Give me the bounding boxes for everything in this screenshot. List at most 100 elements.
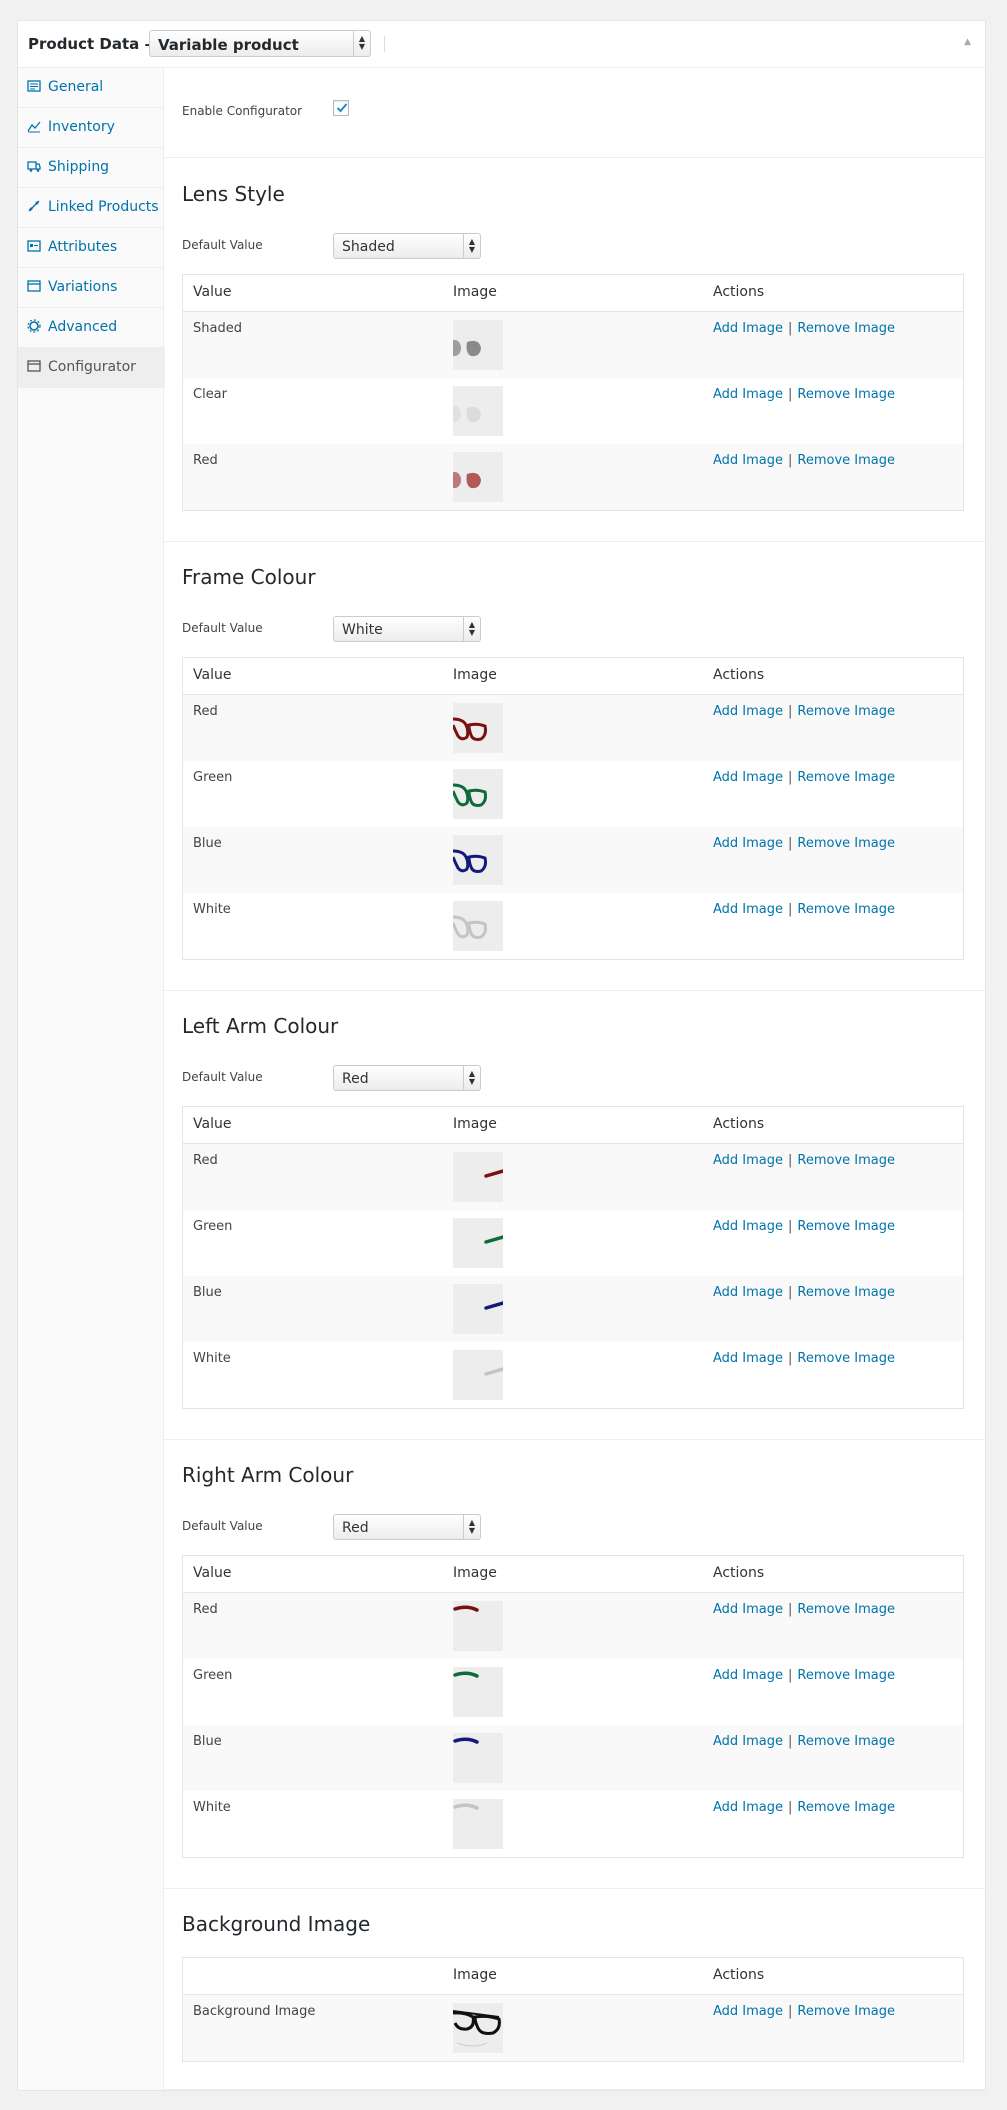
- frame-image: [453, 849, 487, 873]
- col-actions-header: Actions: [713, 1967, 765, 1983]
- remove-image-link[interactable]: Remove Image: [797, 1602, 895, 1617]
- remove-image-link[interactable]: Remove Image: [797, 902, 895, 917]
- remove-image-link[interactable]: Remove Image: [797, 1285, 895, 1300]
- frame-image: [453, 915, 487, 939]
- right-arm-image: [453, 1605, 479, 1612]
- row-image-thumbnail: [453, 1601, 503, 1651]
- table-header: Value Image Actions: [183, 658, 963, 695]
- tab-linked-products[interactable]: Linked Products: [18, 188, 164, 228]
- values-table: Value Image Actions Red Add Image | Remove…: [182, 657, 964, 960]
- left-arm-image: [484, 1301, 503, 1310]
- tab-shipping[interactable]: Shipping: [18, 148, 164, 188]
- row-actions: Add Image | Remove Image: [713, 1153, 895, 1168]
- tab-attributes[interactable]: Attributes: [18, 228, 164, 268]
- default-value-selected: Shaded: [342, 239, 395, 255]
- row-image-thumbnail: [453, 1733, 503, 1783]
- row-actions: Add Image | Remove Image: [713, 1734, 895, 1749]
- default-value-select[interactable]: Red ▲ ▼: [333, 1514, 481, 1540]
- tab-configurator-label: Configurator: [48, 359, 136, 375]
- col-actions-header: Actions: [713, 1116, 765, 1132]
- table-row: Green Add Image | Remove Image: [183, 1210, 963, 1276]
- add-image-link[interactable]: Add Image: [713, 1219, 783, 1234]
- remove-image-link[interactable]: Remove Image: [797, 1734, 895, 1749]
- table-header: Value Image Actions: [183, 1107, 963, 1144]
- values-table: Image Actions Background Image Add Image…: [182, 1957, 964, 2062]
- tab-general[interactable]: General: [18, 68, 164, 108]
- tab-linked-products-label: Linked Products: [48, 199, 159, 215]
- tab-inventory-label: Inventory: [48, 119, 115, 135]
- add-image-link[interactable]: Add Image: [713, 1153, 783, 1168]
- remove-image-link[interactable]: Remove Image: [797, 1800, 895, 1815]
- row-value: Green: [193, 770, 233, 785]
- add-image-link[interactable]: Add Image: [713, 704, 783, 719]
- remove-image-link[interactable]: Remove Image: [797, 1219, 895, 1234]
- product-data-panel: Product Data — Variable product ▲ ▼ ▲ Gen…: [17, 20, 986, 2091]
- default-value-select[interactable]: White ▲ ▼: [333, 616, 481, 642]
- section-frame: Frame Colour Default Value White ▲ ▼ Value…: [164, 542, 985, 991]
- select-arrows-icon: ▲ ▼: [463, 234, 480, 258]
- remove-image-link[interactable]: Remove Image: [797, 387, 895, 402]
- right-arm-image: [453, 1737, 479, 1744]
- tab-attributes-label: Attributes: [48, 239, 118, 255]
- table-header: Value Image Actions: [183, 1556, 963, 1593]
- add-image-link[interactable]: Add Image: [713, 770, 783, 785]
- tab-variations[interactable]: Variations: [18, 268, 164, 308]
- enable-configurator-row: Enable Configurator: [164, 68, 985, 158]
- row-image-thumbnail: [453, 1152, 503, 1202]
- row-image-thumbnail: [453, 320, 503, 370]
- table-row: Red Add Image | Remove Image: [183, 444, 963, 510]
- remove-image-link[interactable]: Remove Image: [797, 1153, 895, 1168]
- add-image-link[interactable]: Add Image: [713, 1351, 783, 1366]
- default-value-select[interactable]: Red ▲ ▼: [333, 1065, 481, 1091]
- remove-image-link[interactable]: Remove Image: [797, 321, 895, 336]
- row-image-thumbnail: [453, 769, 503, 819]
- add-image-link[interactable]: Add Image: [713, 387, 783, 402]
- remove-image-link[interactable]: Remove Image: [797, 1351, 895, 1366]
- add-image-link[interactable]: Add Image: [713, 1668, 783, 1683]
- action-separator: |: [788, 1351, 793, 1366]
- remove-image-link[interactable]: Remove Image: [797, 770, 895, 785]
- tab-configurator[interactable]: Configurator: [18, 348, 165, 388]
- add-image-link[interactable]: Add Image: [713, 453, 783, 468]
- add-image-link[interactable]: Add Image: [713, 1602, 783, 1617]
- action-separator: |: [788, 1668, 793, 1683]
- action-separator: |: [788, 704, 793, 719]
- background-image: [453, 2010, 501, 2047]
- values-table: Value Image Actions Red Add Image | Remove…: [182, 1106, 964, 1409]
- col-image-header: Image: [453, 667, 497, 683]
- remove-image-link[interactable]: Remove Image: [797, 2004, 895, 2019]
- remove-image-link[interactable]: Remove Image: [797, 704, 895, 719]
- add-image-link[interactable]: Add Image: [713, 1285, 783, 1300]
- add-image-link[interactable]: Add Image: [713, 1800, 783, 1815]
- lens-image: [453, 472, 481, 489]
- table-row: Shaded Add Image | Remove Image: [183, 312, 963, 378]
- row-image-thumbnail: [453, 835, 503, 885]
- tab-shipping-label: Shipping: [48, 159, 110, 175]
- row-actions: Add Image | Remove Image: [713, 704, 895, 719]
- remove-image-link[interactable]: Remove Image: [797, 836, 895, 851]
- collapse-toggle-icon[interactable]: ▲: [964, 37, 971, 47]
- table-row: Red Add Image | Remove Image: [183, 1593, 963, 1659]
- select-arrows-icon: ▲ ▼: [463, 617, 480, 641]
- add-image-link[interactable]: Add Image: [713, 321, 783, 336]
- action-separator: |: [788, 1219, 793, 1234]
- add-image-link[interactable]: Add Image: [713, 836, 783, 851]
- remove-image-link[interactable]: Remove Image: [797, 1668, 895, 1683]
- product-type-select[interactable]: Variable product ▲ ▼: [149, 30, 371, 57]
- add-image-link[interactable]: Add Image: [713, 1734, 783, 1749]
- enable-configurator-checkbox[interactable]: [333, 100, 349, 116]
- tab-advanced[interactable]: Advanced: [18, 308, 164, 348]
- row-image-thumbnail: [453, 1799, 503, 1849]
- section-right-arm: Right Arm Colour Default Value Red ▲ ▼ Val…: [164, 1440, 985, 1889]
- row-value: Red: [193, 1602, 218, 1617]
- tab-inventory[interactable]: Inventory: [18, 108, 164, 148]
- action-separator: |: [788, 1800, 793, 1815]
- add-image-link[interactable]: Add Image: [713, 2004, 783, 2019]
- remove-image-link[interactable]: Remove Image: [797, 453, 895, 468]
- table-header: Image Actions: [183, 1958, 963, 1995]
- section-lens: Lens Style Default Value Shaded ▲ ▼ Value …: [164, 159, 985, 542]
- linked-products-icon: [28, 200, 40, 212]
- action-separator: |: [788, 321, 793, 336]
- add-image-link[interactable]: Add Image: [713, 902, 783, 917]
- default-value-select[interactable]: Shaded ▲ ▼: [333, 233, 481, 259]
